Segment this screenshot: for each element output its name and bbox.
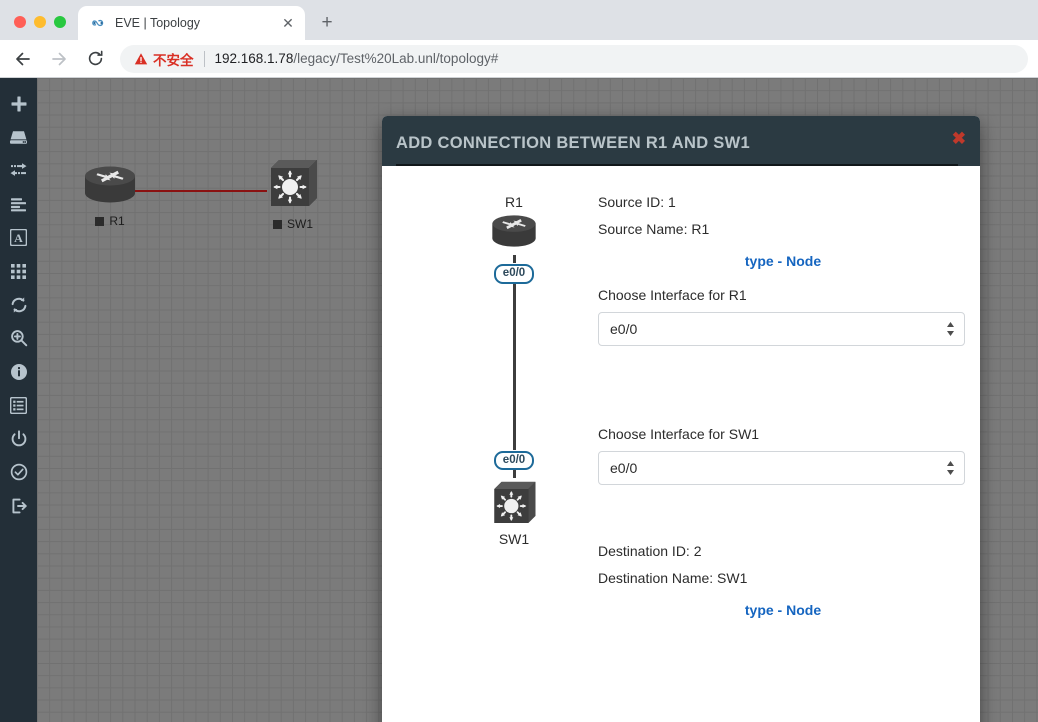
switch-icon: [265, 160, 321, 213]
close-window-button[interactable]: [14, 16, 26, 28]
logout-icon: [10, 497, 28, 515]
sidebar-item-text-objects[interactable]: A: [0, 221, 37, 255]
browser-tab-title: EVE | Topology: [115, 16, 201, 30]
node-name: R1: [109, 214, 125, 228]
diagram-source-name: R1: [505, 194, 523, 210]
source-interface-select[interactable]: e0/0: [598, 312, 965, 346]
diagram-destination-name: SW1: [498, 531, 530, 548]
maximize-window-button[interactable]: [54, 16, 66, 28]
check-circle-icon: [10, 463, 28, 481]
node-name: SW1: [286, 217, 313, 231]
diagram-line-bottom: [512, 470, 516, 479]
canvas-node-label-r1: R1: [80, 214, 140, 228]
browser-chrome: EVE | Topology ✕ + 不安全 192.168.1.78/lega…: [0, 0, 1038, 78]
interface-pill-label: e0/0: [493, 450, 535, 471]
form-spacer: [598, 364, 968, 426]
close-tab-button[interactable]: ✕: [279, 14, 297, 32]
browser-toolbar: 不安全 192.168.1.78/legacy/Test%20Lab.unl/t…: [0, 40, 1038, 78]
network-arrows-icon: [9, 162, 28, 179]
server-icon: [9, 129, 28, 146]
diagram-router-icon: [434, 212, 594, 255]
warning-triangle-icon: [134, 52, 148, 66]
grid-icon: [10, 263, 27, 280]
sidebar-item-networks[interactable]: [0, 154, 37, 188]
reload-button[interactable]: [80, 44, 110, 74]
magnifier-plus-icon: [10, 329, 28, 347]
topology-link-r1-sw1[interactable]: [134, 190, 267, 192]
sidebar-item-lab-details[interactable]: [0, 456, 37, 490]
align-list-icon: [9, 197, 28, 212]
canvas-node-r1[interactable]: R1: [80, 163, 140, 228]
destination-interface-select[interactable]: e0/0: [598, 451, 965, 485]
sidebar-item-startup-configs[interactable]: [0, 188, 37, 222]
form-spacer: [598, 503, 968, 543]
refresh-icon: [10, 296, 28, 314]
sidebar-item-power[interactable]: [0, 422, 37, 456]
modal-body: R1 e0/0 e0/0 SW1 Source ID: 1 Source Nam…: [382, 166, 980, 722]
tab-strip: EVE | Topology ✕ +: [0, 0, 1038, 40]
destination-id-text: Destination ID: 2: [598, 543, 702, 559]
info-circle-icon: [10, 363, 28, 381]
sidebar-item-grid[interactable]: [0, 255, 37, 289]
list-detail-icon: [10, 396, 27, 414]
url-path: /legacy/Test%20Lab.unl/topology#: [293, 51, 499, 66]
destination-type-link[interactable]: type - Node: [598, 602, 968, 618]
text-a-icon: A: [10, 229, 27, 247]
sidebar-item-zoom[interactable]: [0, 322, 37, 356]
window-traffic-lights: [0, 16, 76, 40]
interface-pill-label: e0/0: [493, 264, 535, 284]
source-interface-label: Choose Interface for R1: [598, 287, 747, 303]
router-icon: [80, 166, 140, 210]
sidebar-item-nodes[interactable]: [0, 121, 37, 155]
back-button[interactable]: [8, 44, 38, 74]
power-icon: [10, 430, 28, 448]
sidebar-item-status[interactable]: [0, 355, 37, 389]
canvas-node-label-sw1: SW1: [265, 217, 321, 231]
connection-form: Source ID: 1 Source Name: R1 type - Node…: [598, 194, 968, 636]
diagram-line-middle: [512, 283, 516, 450]
sidebar-item-close-lab[interactable]: [0, 489, 37, 523]
sidebar-item-add-object[interactable]: [0, 87, 37, 121]
omnibox-divider: [203, 50, 205, 67]
sidebar-item-logs[interactable]: [0, 389, 37, 423]
node-status-indicator: [95, 216, 105, 226]
eve-ng-logo-icon: [90, 15, 106, 31]
url-display: 192.168.1.78/legacy/Test%20Lab.unl/topol…: [215, 51, 499, 66]
chevron-updown-icon: [946, 460, 955, 476]
diagram-destination-interface-pill[interactable]: e0/0: [434, 450, 594, 471]
modal-header: ADD CONNECTION BETWEEN R1 AND SW1 ✖: [382, 116, 980, 166]
security-label: 不安全: [153, 52, 194, 68]
source-id-text: Source ID: 1: [598, 194, 676, 210]
sidebar-item-refresh[interactable]: [0, 288, 37, 322]
diagram-line-top: [512, 255, 516, 263]
connection-diagram: R1 e0/0 e0/0 SW1: [434, 194, 594, 547]
new-tab-button[interactable]: +: [313, 8, 341, 36]
left-sidebar: A: [0, 78, 37, 722]
source-interface-value: e0/0: [598, 312, 965, 346]
close-icon[interactable]: ✖: [952, 130, 966, 147]
modal-title: ADD CONNECTION BETWEEN R1 AND SW1: [396, 134, 750, 152]
destination-name-text: Destination Name: SW1: [598, 570, 748, 586]
minimize-window-button[interactable]: [34, 16, 46, 28]
chevron-updown-icon: [946, 321, 955, 337]
destination-interface-label: Choose Interface for SW1: [598, 426, 760, 442]
destination-interface-value: e0/0: [598, 451, 965, 485]
address-bar[interactable]: 不安全 192.168.1.78/legacy/Test%20Lab.unl/t…: [120, 44, 1028, 73]
source-name-text: Source Name: R1: [598, 221, 710, 237]
svg-text:A: A: [14, 231, 23, 245]
diagram-source-interface-pill[interactable]: e0/0: [434, 263, 594, 284]
eve-ng-app: A R1 SW1 ADD CONNECTION BETWEEN R1 AND S…: [0, 78, 1038, 722]
forward-button[interactable]: [44, 44, 74, 74]
source-type-link[interactable]: type - Node: [598, 253, 968, 269]
url-host: 192.168.1.78: [214, 51, 294, 66]
browser-tab-eve-topology[interactable]: EVE | Topology ✕: [78, 6, 305, 40]
node-status-indicator: [272, 219, 282, 229]
security-indicator[interactable]: 不安全: [134, 49, 194, 69]
canvas-node-sw1[interactable]: SW1: [265, 156, 321, 231]
diagram-switch-icon: [434, 478, 594, 531]
plus-icon: [10, 95, 28, 113]
add-connection-modal: ADD CONNECTION BETWEEN R1 AND SW1 ✖ R1 e…: [382, 116, 980, 722]
